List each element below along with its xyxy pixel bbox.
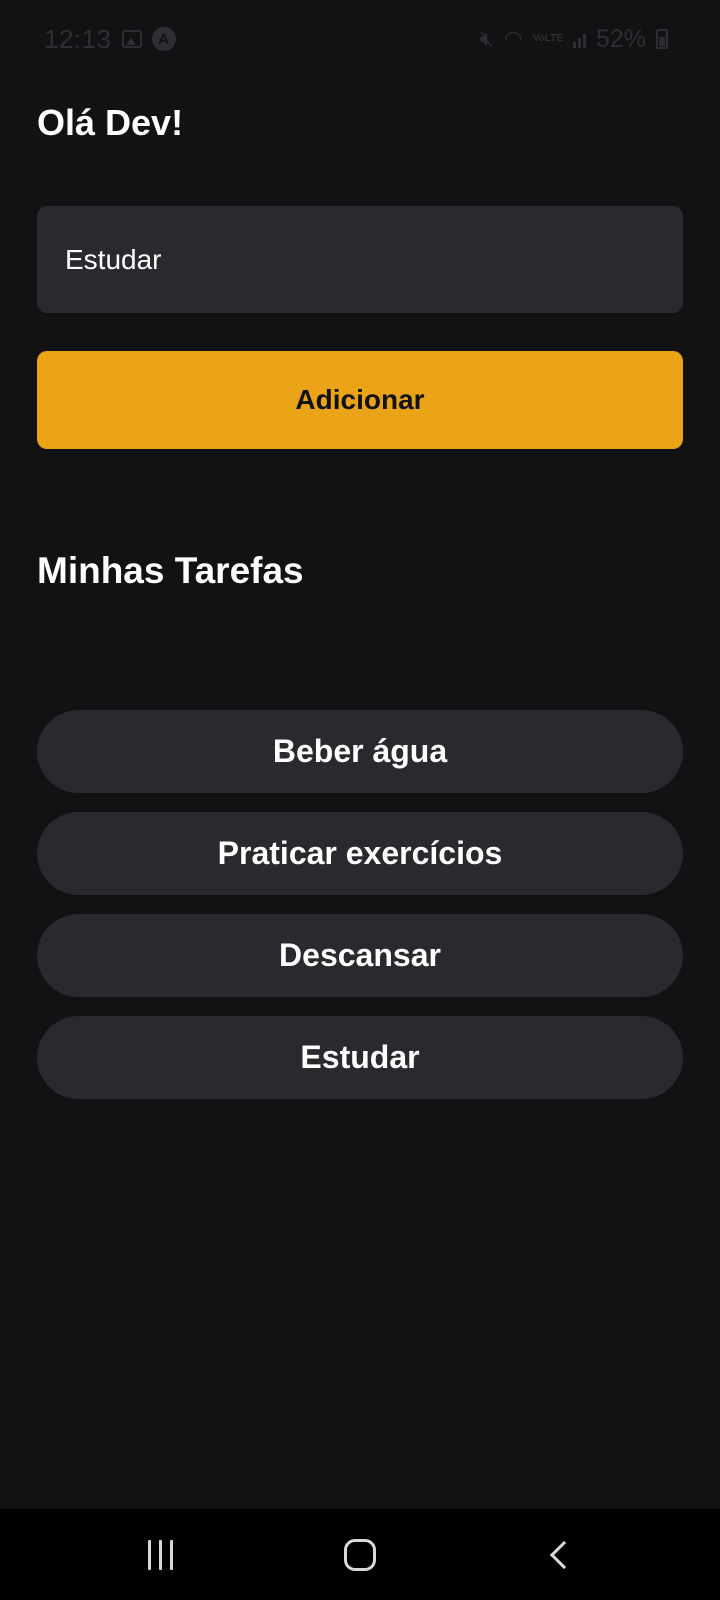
- tasks-section-title: Minhas Tarefas: [37, 550, 304, 591]
- recents-button[interactable]: [115, 1520, 205, 1590]
- signal-icon: [572, 30, 586, 48]
- task-item[interactable]: Praticar exercícios: [37, 812, 683, 895]
- a-icon: A: [151, 27, 176, 51]
- gallery-icon: [121, 30, 142, 48]
- app-screen: 12:13 A 🔇︎ ◠ VoLTE 52% Olá Dev! Adiciona…: [0, 0, 720, 1600]
- volte-icon: VoLTE: [532, 33, 563, 44]
- status-time: 12:13: [44, 23, 112, 54]
- add-button[interactable]: Adicionar: [37, 351, 683, 449]
- status-bar: 12:13 A 🔇︎ ◠ VoLTE 52%: [0, 0, 720, 78]
- task-item[interactable]: Descansar: [37, 914, 683, 997]
- wifi-icon: ◠: [503, 26, 523, 51]
- battery-icon: [656, 29, 668, 49]
- task-list: Beber água Praticar exercícios Descansar…: [37, 710, 683, 1099]
- system-nav-bar: [0, 1509, 720, 1600]
- back-button[interactable]: [515, 1520, 605, 1590]
- task-item[interactable]: Estudar: [37, 1016, 683, 1099]
- status-left: 12:13 A: [44, 24, 176, 55]
- greeting-title: Olá Dev!: [37, 102, 184, 143]
- status-right: 🔇︎ ◠ VoLTE 52%: [480, 25, 668, 54]
- mute-icon: 🔇︎: [479, 26, 494, 51]
- back-icon: [549, 1540, 579, 1569]
- task-input[interactable]: [37, 206, 683, 313]
- task-item[interactable]: Beber água: [37, 710, 683, 793]
- home-button[interactable]: [315, 1520, 405, 1590]
- battery-percent: 52%: [595, 24, 646, 53]
- home-icon: [344, 1538, 376, 1571]
- recents-icon: [147, 1539, 173, 1570]
